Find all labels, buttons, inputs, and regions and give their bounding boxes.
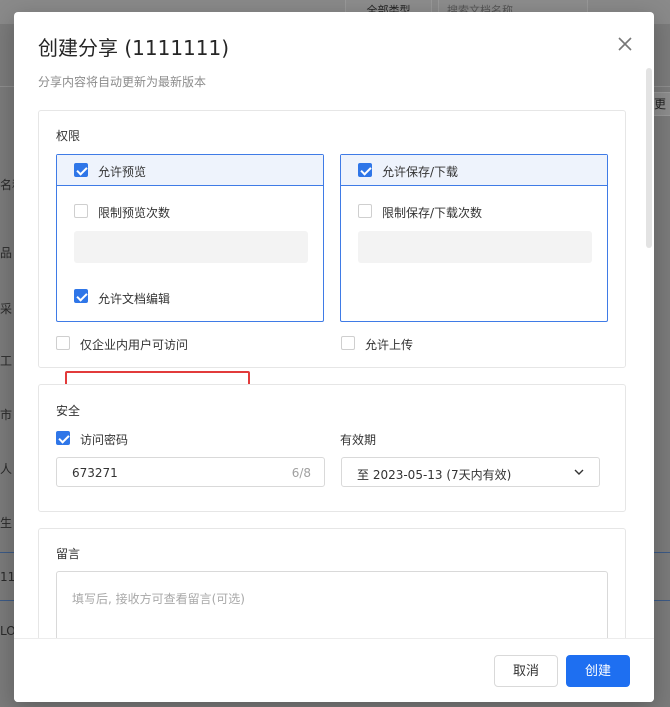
- dialog-scrollbar[interactable]: [646, 68, 652, 248]
- preview-permission-header[interactable]: 允许预览: [57, 155, 323, 186]
- allow-upload-checkbox[interactable]: [341, 336, 355, 350]
- access-password-label: 访问密码: [80, 433, 129, 447]
- enterprise-only-checkbox[interactable]: [56, 336, 70, 350]
- cancel-button[interactable]: 取消: [494, 655, 558, 687]
- allow-preview-label: 允许预览: [98, 165, 147, 179]
- dialog-footer: 取消 创建: [14, 638, 654, 702]
- download-count-input[interactable]: [358, 231, 592, 263]
- password-value: 673271: [72, 466, 118, 480]
- chevron-down-icon: [573, 466, 585, 478]
- close-icon[interactable]: [615, 34, 635, 54]
- background-row-fragment: 工: [0, 354, 13, 368]
- allow-download-checkbox[interactable]: [358, 163, 372, 177]
- allow-upload-label: 允许上传: [365, 338, 414, 352]
- background-more-button: 更多: [653, 92, 670, 116]
- security-section-title: 安全: [56, 404, 81, 418]
- preview-permission-box: 允许预览 限制预览次数 允许文档编辑: [56, 154, 324, 322]
- expiry-select[interactable]: 至 2023-05-13 (7天内有效): [341, 457, 600, 487]
- background-row-fragment: 采: [0, 302, 13, 316]
- allow-document-edit-label: 允许文档编辑: [98, 292, 171, 306]
- permissions-section-title: 权限: [56, 129, 81, 143]
- allow-download-label: 允许保存/下载: [382, 165, 459, 179]
- background-row-fragment: 品: [0, 246, 13, 260]
- expiry-value: 至 2023-05-13 (7天内有效): [357, 468, 512, 482]
- limit-download-count-label: 限制保存/下载次数: [382, 206, 483, 220]
- access-password-checkbox[interactable]: [56, 431, 70, 445]
- allow-preview-checkbox[interactable]: [74, 163, 88, 177]
- limit-download-count-checkbox[interactable]: [358, 204, 372, 218]
- enterprise-only-label: 仅企业内用户可访问: [80, 338, 189, 352]
- preview-count-input[interactable]: [74, 231, 308, 263]
- limit-preview-count-label: 限制预览次数: [98, 206, 171, 220]
- dialog-title: 创建分享 (1111111): [38, 36, 230, 60]
- background-row-fragment: 生: [0, 516, 13, 530]
- create-share-dialog: 创建分享 (1111111) 分享内容将自动更新为最新版本 权限 允许预览 限制…: [14, 12, 654, 702]
- download-permission-header[interactable]: 允许保存/下载: [341, 155, 607, 186]
- expiry-label: 有效期: [340, 433, 377, 447]
- download-permission-box: 允许保存/下载 限制保存/下载次数: [340, 154, 608, 322]
- allow-document-edit-checkbox[interactable]: [74, 289, 88, 303]
- dialog-subtitle: 分享内容将自动更新为最新版本: [38, 75, 207, 89]
- background-row-fragment: 市: [0, 408, 13, 422]
- limit-preview-count-checkbox[interactable]: [74, 204, 88, 218]
- security-section: 安全 访问密码 有效期 673271 6/8 至 2023-05-13 (7天内…: [38, 384, 626, 512]
- message-section-title: 留言: [56, 547, 81, 561]
- message-placeholder: 填写后, 接收方可查看留言(可选): [72, 592, 245, 606]
- create-button[interactable]: 创建: [566, 655, 630, 687]
- background-row-fragment: 人: [0, 462, 13, 476]
- password-char-count: 6/8: [291, 466, 311, 480]
- access-password-input[interactable]: 673271 6/8: [56, 457, 325, 487]
- permissions-section: 权限 允许预览 限制预览次数 允许文档编辑 允许保存/下载 限制保存/下载次数 …: [38, 110, 626, 412]
